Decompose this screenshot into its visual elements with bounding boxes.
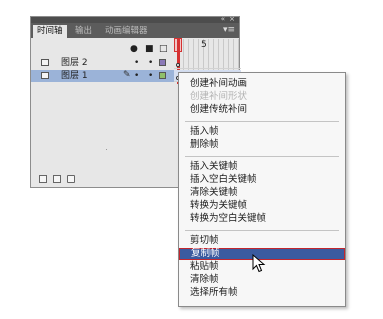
outline-icon[interactable]: □	[159, 44, 168, 54]
lock-icon[interactable]: ■	[145, 44, 154, 54]
menu-item-convert-to-blank-keyframe[interactable]: 转换为空白关键帧	[179, 213, 345, 225]
pencil-icon: ✎	[123, 70, 131, 80]
menu-item-clear-keyframe[interactable]: 清除关键帧	[179, 187, 345, 199]
menu-item-convert-to-keyframe[interactable]: 转换为关键帧	[179, 200, 345, 212]
menu-item-clear-frames[interactable]: 清除帧	[179, 274, 345, 286]
visibility-dot[interactable]: •	[134, 57, 139, 69]
eye-icon[interactable]: ●	[130, 44, 138, 54]
lock-dot[interactable]: •	[148, 57, 153, 69]
layer-row-2[interactable]: 图层 2 • •	[31, 57, 174, 69]
outline-color-swatch[interactable]	[159, 72, 166, 79]
lock-dot[interactable]: •	[148, 70, 153, 82]
trash-icon[interactable]	[67, 175, 75, 183]
layer-icon	[41, 59, 49, 66]
layer-name: 图层 1	[61, 71, 88, 81]
tab-timeline[interactable]: 时间轴	[33, 25, 67, 38]
tab-output[interactable]: 输出	[71, 25, 96, 38]
keyframe-dot[interactable]	[176, 63, 180, 67]
layer-icon	[41, 72, 49, 79]
outline-color-swatch[interactable]	[159, 59, 166, 66]
close-icon[interactable]: ×	[229, 15, 235, 23]
layer-row-1[interactable]: 图层 1 ✎ • •	[31, 70, 174, 82]
mouse-cursor-icon	[252, 254, 266, 273]
visibility-dot[interactable]: •	[134, 70, 139, 82]
panel-tabbar: 时间轴 输出 动画编辑器 ▾≡	[31, 23, 239, 38]
menu-item-select-all-frames[interactable]: 选择所有帧	[179, 287, 345, 299]
menu-item-remove-frames[interactable]: 删除帧	[179, 139, 345, 151]
stage-dot	[106, 149, 107, 150]
menu-separator	[185, 230, 339, 231]
new-layer-icon[interactable]	[39, 175, 47, 183]
layer-name: 图层 2	[61, 58, 88, 68]
new-folder-icon[interactable]	[53, 175, 61, 183]
collapse-icon[interactable]: «	[221, 15, 225, 23]
menu-item-insert-keyframe[interactable]: 插入关键帧	[179, 161, 345, 173]
frame-number: 5	[201, 40, 207, 50]
menu-item-insert-frame[interactable]: 插入帧	[179, 126, 345, 138]
menu-item-cut-frames[interactable]: 剪切帧	[179, 235, 345, 247]
tab-motion-editor[interactable]: 动画编辑器	[101, 25, 152, 38]
menu-item-create-classic-tween[interactable]: 创建传统补间	[179, 104, 345, 116]
menu-separator	[185, 156, 339, 157]
menu-item-create-shape-tween: 创建补间形状	[190, 91, 248, 102]
menu-separator	[185, 121, 339, 122]
menu-item-insert-blank-keyframe[interactable]: 插入空白关键帧	[179, 174, 345, 186]
frame-cell-layer-2[interactable]	[174, 57, 241, 69]
panel-menu-icon[interactable]: ▾≡	[223, 24, 235, 37]
menu-item-create-motion-tween[interactable]: 创建补间动画	[179, 78, 345, 90]
